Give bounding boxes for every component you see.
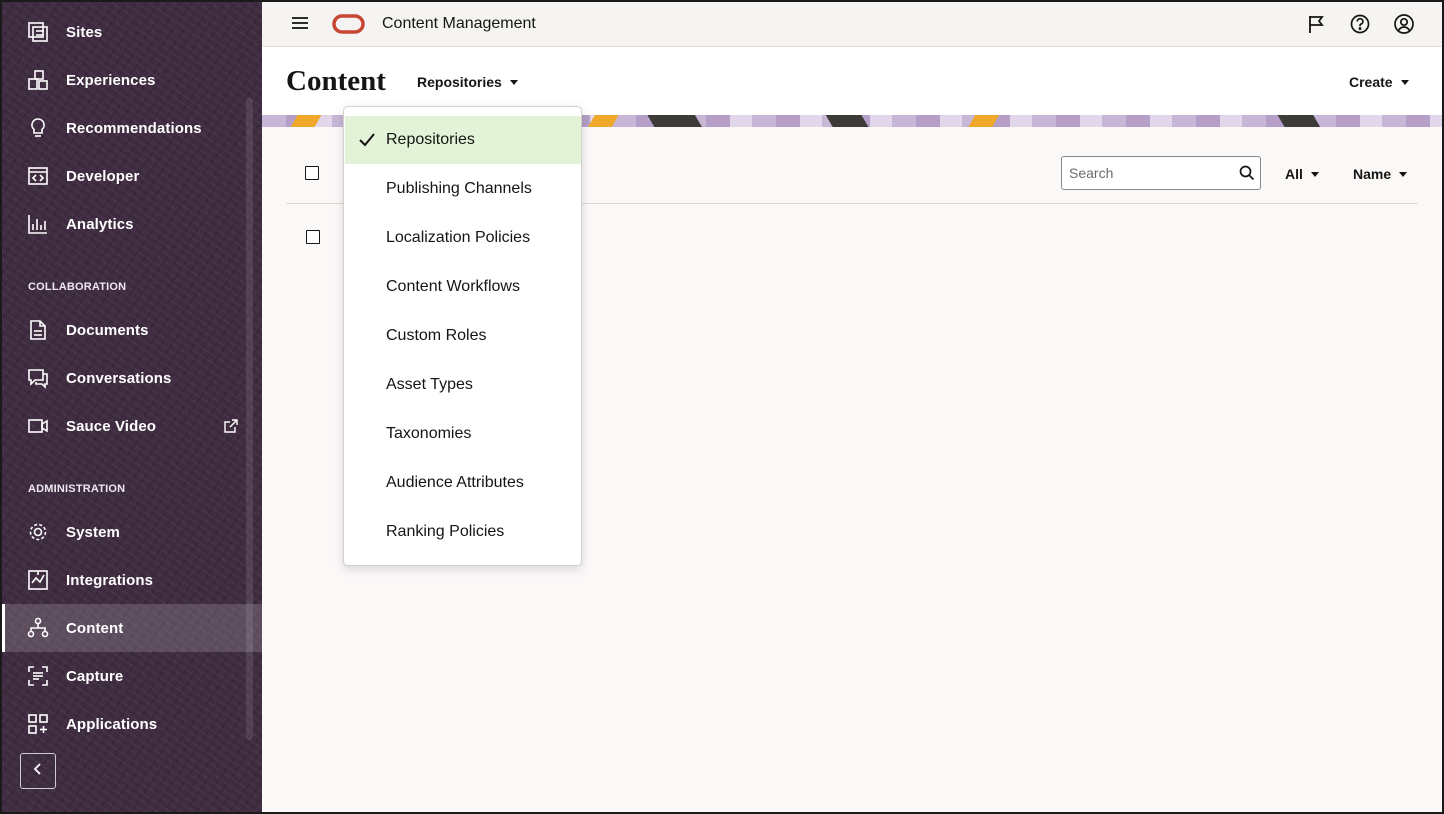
menu-item-custom-roles[interactable]: Custom Roles [345, 312, 581, 360]
menu-item-label: Publishing Channels [386, 180, 532, 197]
collapse-sidebar-button[interactable] [20, 753, 56, 789]
sidebar-item-label: Analytics [66, 215, 134, 233]
sidebar-item-label: Experiences [66, 71, 156, 89]
document-icon [27, 319, 49, 341]
create-button[interactable]: Create [1349, 74, 1409, 90]
external-link-icon [224, 419, 238, 433]
sort-label: Name [1353, 166, 1392, 182]
sidebar-item-system[interactable]: System [0, 508, 262, 556]
integrations-icon [27, 569, 49, 591]
menu-item-localization-policies[interactable]: Localization Policies [345, 214, 581, 262]
filter-dropdown[interactable]: All [1285, 166, 1319, 182]
sidebar-item-label: Conversations [66, 369, 172, 387]
menu-item-asset-types[interactable]: Asset Types [345, 361, 581, 409]
menu-item-taxonomies[interactable]: Taxonomies [345, 410, 581, 458]
menu-item-audience-attributes[interactable]: Audience Attributes [345, 459, 581, 507]
caret-down-icon [509, 79, 518, 85]
create-label: Create [1349, 74, 1393, 90]
caret-down-icon [1400, 79, 1409, 85]
menu-item-label: Taxonomies [386, 425, 472, 442]
sidebar-item-capture[interactable]: Capture [0, 652, 262, 700]
sidebar-item-label: Documents [66, 321, 149, 339]
sidebar-item-label: Sauce Video [66, 417, 157, 435]
selector-label: Repositories [417, 74, 502, 90]
row-checkbox[interactable] [306, 230, 320, 244]
experiences-icon [27, 69, 49, 91]
sort-dropdown[interactable]: Name [1353, 166, 1408, 182]
user-avatar-icon[interactable] [1393, 13, 1415, 35]
help-icon[interactable] [1349, 13, 1371, 35]
search-input[interactable] [1062, 157, 1232, 189]
menu-item-ranking-policies[interactable]: Ranking Policies [345, 508, 581, 556]
sidebar-item-recommendations[interactable]: Recommendations [0, 104, 262, 152]
app-title: Content Management [382, 15, 536, 32]
caret-down-icon [1399, 171, 1408, 177]
menu-item-label: Content Workflows [386, 278, 520, 295]
menu-item-publishing-channels[interactable]: Publishing Channels [345, 165, 581, 213]
repositories-dropdown-menu: Repositories Publishing Channels Localiz… [343, 106, 582, 566]
checkmark-icon [357, 130, 377, 150]
chevron-left-icon [31, 762, 45, 781]
sidebar-item-experiences[interactable]: Experiences [0, 56, 262, 104]
sidebar-item-label: Sites [66, 23, 103, 41]
search-field[interactable] [1061, 156, 1261, 190]
sidebar-item-conversations[interactable]: Conversations [0, 354, 262, 402]
applications-grid-icon [27, 713, 49, 735]
capture-icon [27, 665, 49, 687]
sidebar-item-label: Content [66, 619, 124, 637]
page-title: Content [286, 65, 386, 97]
sidebar-item-documents[interactable]: Documents [0, 306, 262, 354]
flag-icon[interactable] [1305, 13, 1327, 35]
sites-icon [27, 21, 49, 43]
repositories-selector[interactable]: Repositories [417, 74, 518, 90]
sidebar-item-label: Integrations [66, 571, 154, 589]
code-icon [27, 165, 49, 187]
lightbulb-icon [27, 117, 49, 139]
video-camera-icon [27, 415, 49, 437]
sidebar-item-label: Capture [66, 667, 124, 685]
menu-item-label: Localization Policies [386, 229, 531, 246]
sidebar-item-developer[interactable]: Developer [0, 152, 262, 200]
menu-item-label: Asset Types [386, 376, 473, 393]
menu-item-label: Ranking Policies [386, 523, 505, 540]
section-header-collaboration: COLLABORATION [28, 281, 127, 293]
sidebar-item-label: System [66, 523, 120, 541]
menu-item-content-workflows[interactable]: Content Workflows [345, 263, 581, 311]
sidebar-item-integrations[interactable]: Integrations [0, 556, 262, 604]
filter-label: All [1285, 166, 1303, 182]
top-header: Content Management [262, 0, 1444, 47]
select-all-checkbox[interactable] [305, 166, 319, 180]
menu-item-repositories[interactable]: Repositories [345, 116, 581, 164]
sidebar: Sites Experiences Recommendations Develo… [0, 0, 262, 814]
content-hierarchy-icon [27, 617, 49, 639]
sidebar-item-content[interactable]: Content [0, 604, 262, 652]
hamburger-menu-icon[interactable] [290, 13, 310, 33]
sidebar-item-applications[interactable]: Applications [0, 700, 262, 748]
sidebar-scrollbar[interactable] [246, 98, 253, 740]
sidebar-item-label: Developer [66, 167, 140, 185]
gear-icon [27, 521, 49, 543]
menu-item-label: Audience Attributes [386, 474, 524, 491]
menu-item-label: Repositories [386, 131, 475, 148]
sidebar-item-sites[interactable]: Sites [0, 8, 262, 56]
page-header: Content Repositories Create [262, 47, 1444, 115]
section-header-administration: ADMINISTRATION [28, 483, 126, 495]
menu-item-label: Custom Roles [386, 327, 487, 344]
caret-down-icon [1310, 171, 1319, 177]
conversations-icon [27, 367, 49, 389]
sidebar-item-label: Applications [66, 715, 158, 733]
bar-chart-icon [27, 213, 49, 235]
oracle-logo-icon [332, 14, 365, 34]
search-icon[interactable] [1239, 165, 1255, 181]
sidebar-item-sauce-video[interactable]: Sauce Video [0, 402, 262, 450]
sidebar-item-analytics[interactable]: Analytics [0, 200, 262, 248]
sidebar-item-label: Recommendations [66, 119, 202, 137]
